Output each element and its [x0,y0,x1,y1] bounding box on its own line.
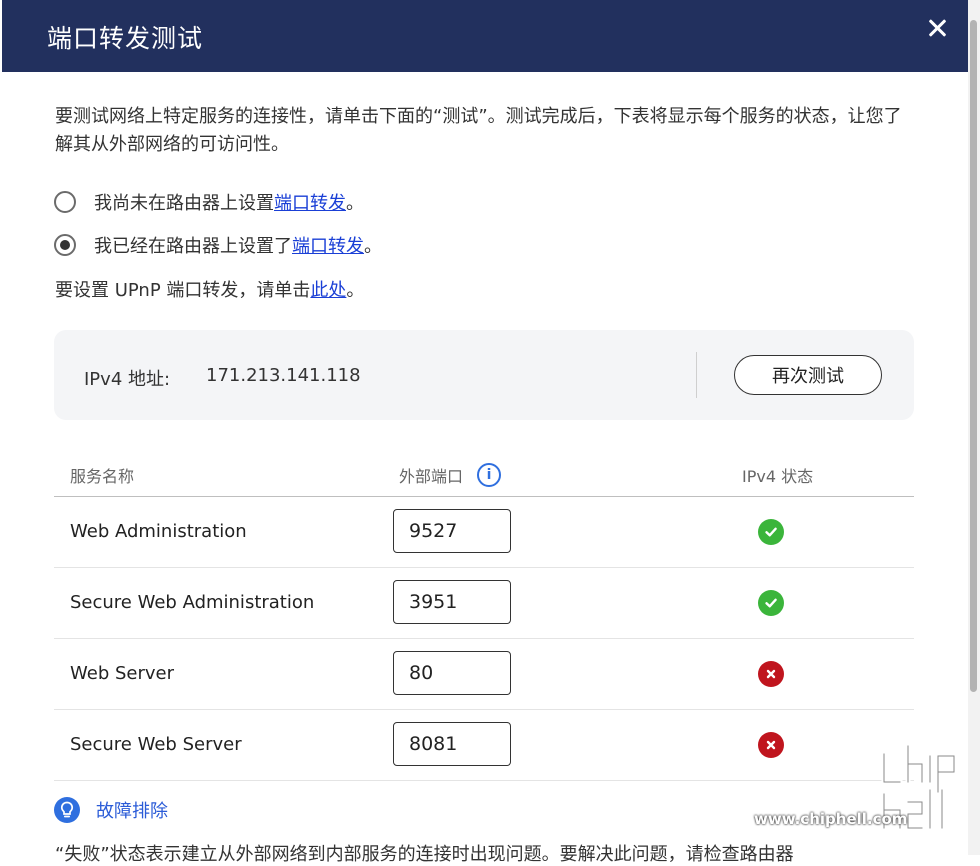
external-port-input[interactable] [393,509,511,553]
port-forwarding-test-dialog: 端口转发测试 要测试网络上特定服务的连接性，请单击下面的“测试”。测试完成后，下… [2,0,968,865]
option-text: 我已经在路由器上设置了 [94,236,292,257]
troubleshoot-label: 故障排除 [96,801,168,822]
option-configured[interactable]: 我已经在路由器上设置了 端口转发。 [54,232,382,258]
column-header-external-port-label: 外部端口 [399,467,464,486]
service-name: Secure Web Administration [70,592,315,613]
radio-configured[interactable] [54,234,76,256]
ip-panel: IPv4 地址: 171.213.141.118 再次测试 [54,330,914,420]
table-header: 服务名称 外部端口 i IPv4 状态 [54,455,914,497]
table-row: Web Administration [54,497,914,568]
ipv4-address-value: 171.213.141.118 [206,365,361,386]
upnp-suffix: 。 [346,280,365,301]
service-name: Web Server [70,663,174,684]
service-name: Secure Web Server [70,734,242,755]
divider [696,352,697,398]
x-circle-icon [758,661,784,687]
external-port-input[interactable] [393,651,511,695]
radio-not-configured[interactable] [54,191,76,213]
scrollbar[interactable] [968,0,980,855]
dialog-title: 端口转发测试 [47,24,204,53]
failure-explanation-text: “失败”状态表示建立从外部网络到内部服务的连接时出现问题。要解决此问题，请检查路… [55,844,794,865]
chiphell-watermark: www.chiphell.com [750,740,975,840]
external-port-input[interactable] [393,580,511,624]
upnp-instruction: 要设置 UPnP 端口转发，请单击此处。 [55,276,364,302]
dialog-header: 端口转发测试 [2,0,968,72]
column-header-ipv4-status: IPv4 状态 [742,467,814,486]
close-icon[interactable] [920,12,954,46]
retest-button[interactable]: 再次测试 [734,355,882,395]
check-circle-icon [758,590,784,616]
info-icon[interactable]: i [477,463,502,487]
option-suffix: 。 [346,193,364,214]
option-not-configured[interactable]: 我尚未在路由器上设置 端口转发。 [54,189,364,215]
port-forwarding-link[interactable]: 端口转发 [292,232,364,258]
lightbulb-icon [54,797,80,823]
ipv4-address-label: IPv4 地址: [84,369,171,390]
table-row: Web Server [54,639,914,710]
troubleshoot-link[interactable]: 故障排除 [54,797,168,823]
port-forwarding-link[interactable]: 端口转发 [274,189,346,215]
description-text: 要测试网络上特定服务的连接性，请单击下面的“测试”。测试完成后，下表将显示每个服… [55,106,902,155]
option-text: 我尚未在路由器上设置 [94,193,274,214]
column-header-external-port: 外部端口 i [399,463,502,487]
watermark-text: www.chiphell.com [754,810,908,828]
table-row: Secure Web Administration [54,568,914,639]
external-port-input[interactable] [393,722,511,766]
upnp-text: 要设置 UPnP 端口转发，请单击 [55,280,311,301]
scrollbar-thumb[interactable] [970,20,977,692]
service-name: Web Administration [70,521,247,542]
option-suffix: 。 [364,236,382,257]
check-circle-icon [758,519,784,545]
column-header-service-name: 服务名称 [70,467,135,486]
upnp-here-link[interactable]: 此处 [310,280,346,301]
